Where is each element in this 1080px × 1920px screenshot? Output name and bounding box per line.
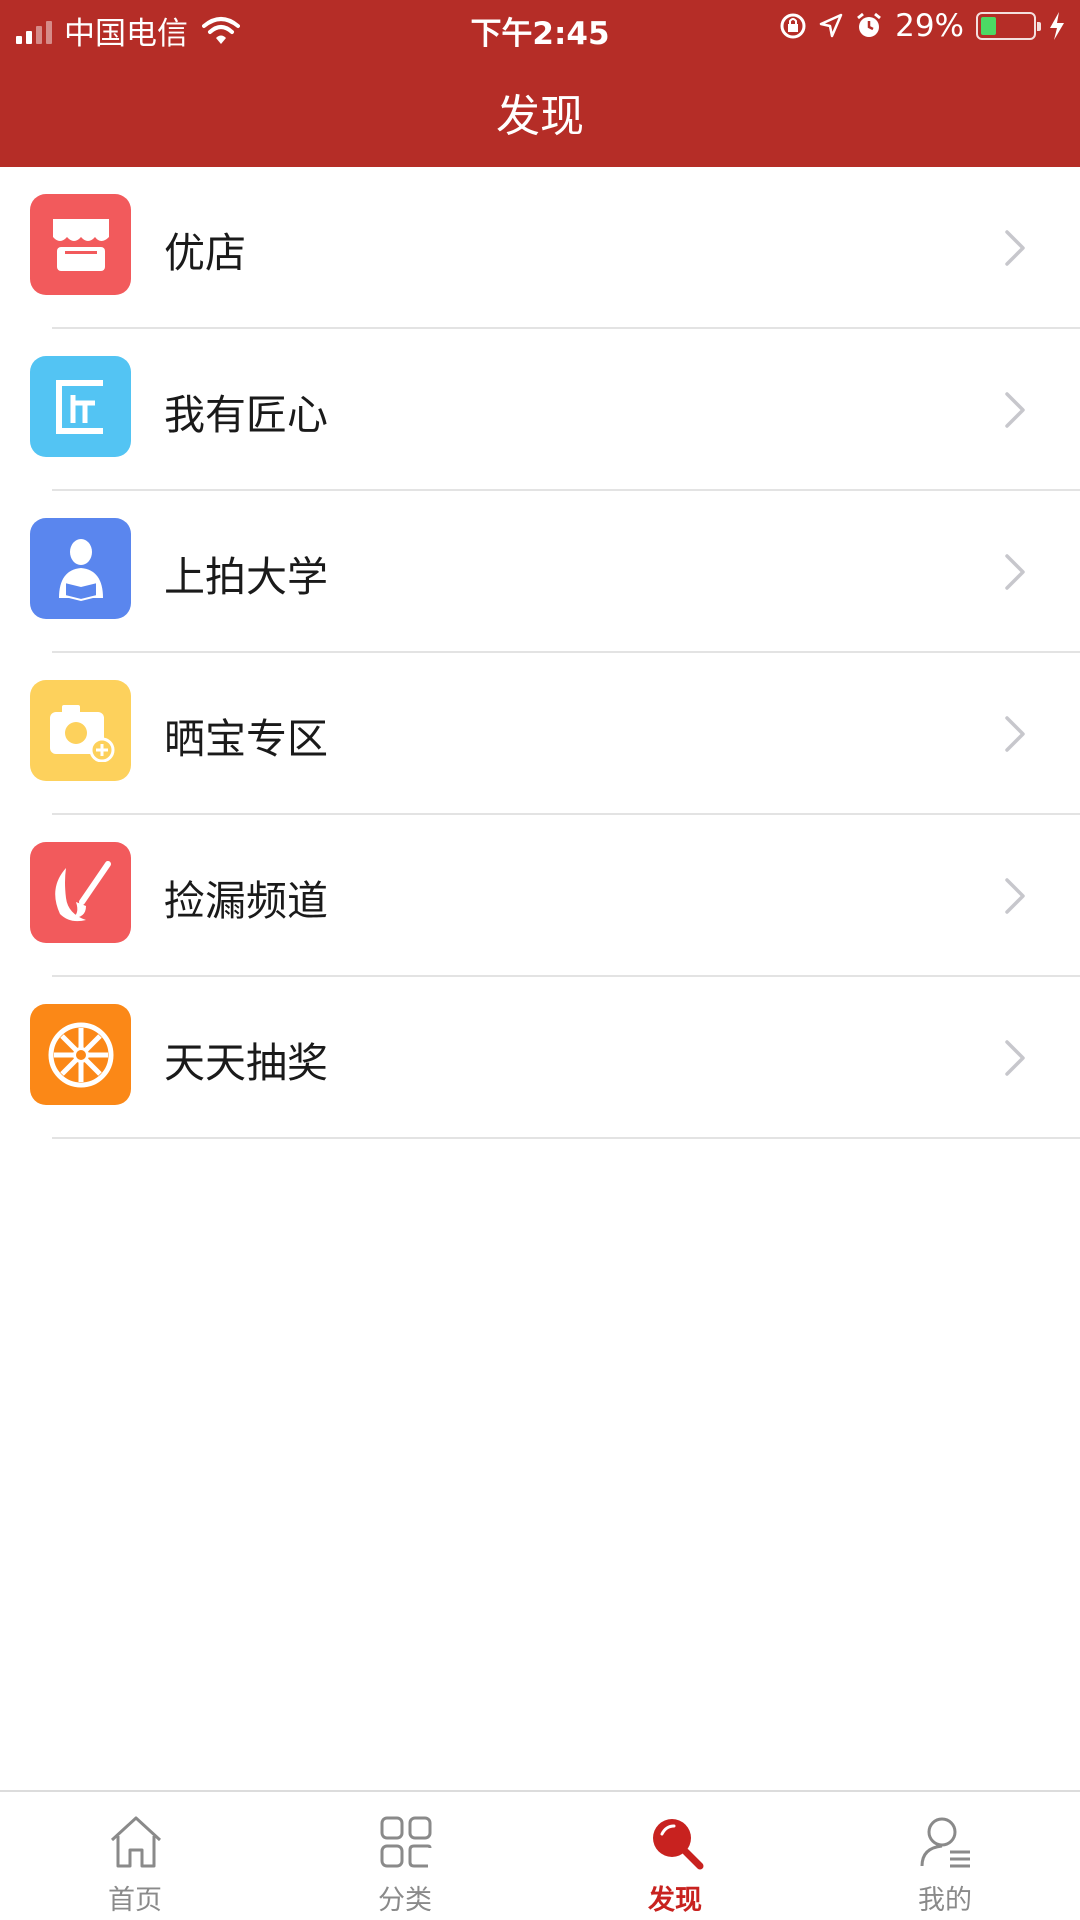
header: 中国电信 下午2:45 29% 发现 bbox=[0, 0, 1080, 167]
tab-mine[interactable]: 我的 bbox=[810, 1792, 1080, 1920]
profile-icon bbox=[920, 1817, 970, 1868]
list-item-showcase[interactable]: 晒宝专区 bbox=[0, 653, 1080, 815]
battery-percent: 29% bbox=[895, 8, 964, 44]
craftsman-icon bbox=[30, 356, 131, 457]
charging-bolt-icon bbox=[1050, 12, 1064, 40]
status-bar: 中国电信 下午2:45 29% bbox=[0, 0, 1080, 55]
tab-discover[interactable]: 发现 bbox=[540, 1792, 810, 1920]
chevron-right-icon bbox=[1005, 392, 1025, 428]
tab-home[interactable]: 首页 bbox=[0, 1792, 270, 1920]
list-item-bargain[interactable]: 捡漏频道 bbox=[0, 815, 1080, 977]
page-title: 发现 bbox=[496, 91, 584, 142]
list-item-craftsman[interactable]: 我有匠心 bbox=[0, 329, 1080, 491]
rotation-lock-icon bbox=[780, 13, 806, 39]
tab-bar: 首页 分类 发现 我的 bbox=[0, 1790, 1080, 1920]
chevron-right-icon bbox=[1005, 1040, 1025, 1076]
chevron-right-icon bbox=[1005, 554, 1025, 590]
battery-icon bbox=[976, 12, 1041, 40]
list-item-label: 上拍大学 bbox=[164, 553, 328, 601]
chevron-right-icon bbox=[1005, 878, 1025, 914]
home-icon bbox=[110, 1816, 162, 1868]
location-icon bbox=[819, 13, 843, 38]
list-item-university[interactable]: 上拍大学 bbox=[0, 491, 1080, 653]
shop-icon bbox=[30, 194, 131, 295]
grid-icon bbox=[380, 1816, 432, 1868]
alarm-icon bbox=[857, 12, 882, 37]
list-item-shop[interactable]: 优店 bbox=[0, 167, 1080, 329]
tab-discover-label: 发现 bbox=[648, 1885, 702, 1916]
tab-mine-label: 我的 bbox=[918, 1885, 972, 1916]
chevron-right-icon bbox=[1005, 716, 1025, 752]
discover-search-icon bbox=[653, 1819, 704, 1870]
tab-home-label: 首页 bbox=[108, 1885, 162, 1916]
brush-icon bbox=[30, 842, 131, 943]
tab-category[interactable]: 分类 bbox=[270, 1792, 540, 1920]
list-item-lottery[interactable]: 天天抽奖 bbox=[0, 977, 1080, 1139]
list-item-label: 优店 bbox=[164, 229, 246, 277]
discover-list: 优店 我有匠心 上拍大学 晒宝专区 捡漏频道 天天抽奖 bbox=[0, 167, 1080, 1139]
reader-icon bbox=[30, 518, 131, 619]
list-item-label: 捡漏频道 bbox=[164, 877, 328, 925]
list-item-label: 天天抽奖 bbox=[164, 1039, 328, 1087]
camera-icon bbox=[30, 680, 131, 781]
list-item-label: 晒宝专区 bbox=[164, 715, 328, 763]
tab-category-label: 分类 bbox=[378, 1885, 432, 1916]
chevron-right-icon bbox=[1005, 230, 1025, 266]
lottery-wheel-icon bbox=[30, 1004, 131, 1105]
list-item-label: 我有匠心 bbox=[164, 391, 328, 439]
